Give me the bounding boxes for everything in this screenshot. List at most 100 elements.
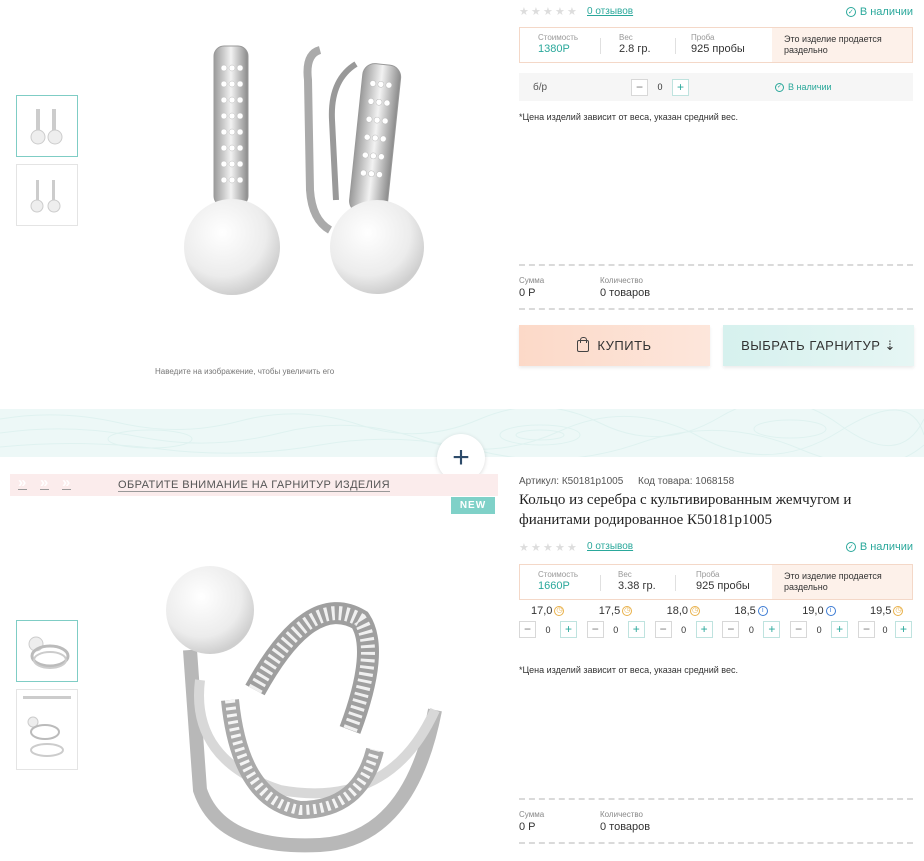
increment-button[interactable]: + (672, 78, 689, 96)
chevron-icon: » (62, 474, 71, 491)
sold-separately-note: Это изделие продается раздельно (772, 28, 912, 62)
qty-value: 0 товаров (600, 287, 651, 299)
star-icon: ★ (519, 6, 529, 18)
info-icon[interactable]: i (757, 606, 768, 616)
size-value: 18,5 (734, 605, 756, 617)
quantity-input[interactable]: 0 (604, 625, 628, 635)
choose-set-button[interactable]: ВЫБРАТЬ ГАРНИТУР ⇣ (723, 325, 914, 366)
star-icon: ★ (567, 542, 577, 554)
divider (519, 842, 913, 844)
qty-label: Количество (600, 276, 643, 285)
quantity-input[interactable]: 0 (672, 625, 696, 635)
sold-separately-note: Это изделие продается раздельно (772, 565, 912, 599)
info-icon[interactable]: i (825, 606, 836, 616)
decrement-button[interactable]: − (654, 621, 672, 638)
star-icon: ★ (543, 542, 553, 554)
increment-button[interactable]: + (560, 621, 577, 638)
variant-row: б/р − 0 + ✓ В наличии (519, 73, 913, 101)
rating-stars[interactable]: ★ ★ ★ ★ ★ (519, 6, 577, 18)
weight-value: 3.38 гр. (618, 580, 656, 592)
variant-stock-label: В наличии (788, 82, 832, 92)
quantity-input[interactable]: 0 (807, 625, 831, 635)
divider (519, 798, 913, 800)
star-icon: ★ (531, 6, 541, 18)
decrement-button[interactable]: − (790, 621, 808, 638)
chevron-icon: » (40, 474, 49, 491)
price-value: 1660Р (538, 580, 570, 592)
product-code: Код товара: 1068158 (638, 476, 735, 487)
decrement-button[interactable]: − (722, 621, 740, 638)
buy-button[interactable]: КУПИТЬ (519, 325, 710, 366)
sum-label: Сумма (519, 276, 545, 285)
decrement-button[interactable]: − (519, 621, 536, 638)
quantity-input[interactable]: 0 (739, 625, 763, 635)
decrement-button[interactable]: − (586, 621, 604, 638)
probe-value: 925 пробы (691, 43, 745, 55)
size-option: 18,0 ◷ −0 + (654, 605, 715, 638)
increment-button[interactable]: + (894, 621, 912, 638)
check-circle-icon: ✓ (845, 7, 856, 17)
size-value: 17,5 (598, 605, 621, 617)
divider (519, 308, 913, 310)
chevron-icon: » (18, 474, 27, 491)
price-note: *Цена изделий зависит от веса, указан ср… (519, 665, 738, 675)
quantity-input[interactable]: 0 (648, 82, 672, 92)
product-image-ring[interactable] (160, 560, 445, 860)
product-title: Кольцо из серебра с культивированным жем… (519, 492, 852, 528)
size-value: 19,5 (869, 605, 892, 617)
size-selector: 17,0 ◷ −0 + 17,5 ◷ −0 + 18,0 ◷ −0 + 18,5 i −0 + … (519, 605, 914, 638)
quantity-input[interactable]: 0 (536, 625, 560, 635)
reviews-link[interactable]: 0 отзывов (587, 541, 633, 552)
increment-button[interactable]: + (695, 621, 713, 638)
stock-label: В наличии (859, 541, 913, 553)
star-icon: ★ (531, 542, 541, 554)
quantity-stepper: − 0 + (631, 78, 689, 96)
decrement-button[interactable]: − (857, 621, 875, 638)
increment-button[interactable]: + (831, 621, 849, 638)
increment-button[interactable]: + (763, 621, 781, 638)
set-banner[interactable]: » » » ОБРАТИТЕ ВНИМАНИЕ НА ГАРНИТУР ИЗДЕ… (10, 474, 498, 496)
clock-icon[interactable]: ◷ (690, 606, 701, 616)
qty-value: 0 товаров (600, 821, 651, 833)
choose-set-label: ВЫБРАТЬ ГАРНИТУР ⇣ (741, 337, 896, 353)
clock-icon[interactable]: ◷ (893, 606, 904, 616)
product-image-earrings[interactable] (170, 40, 440, 305)
check-circle-icon: ✓ (775, 82, 784, 92)
buy-button-label: КУПИТЬ (597, 338, 652, 353)
thumbnail-ring-2[interactable] (16, 689, 78, 770)
clock-icon[interactable]: ◷ (622, 606, 633, 616)
clock-icon[interactable]: ◷ (554, 606, 565, 616)
stock-label: В наличии (859, 6, 913, 18)
thumbnail-earrings-2[interactable] (16, 164, 78, 226)
price-label: Стоимость (538, 570, 579, 579)
article-number: Артикул: К50181р1005 (519, 476, 624, 487)
weight-value: 2.8 гр. (619, 43, 651, 55)
decrement-button[interactable]: − (631, 78, 648, 96)
product-info-box: Стоимость 1380Р Вес 2.8 гр. Проба 925 пр… (519, 27, 913, 63)
sum-value: 0 Р (519, 821, 536, 833)
product-info-box: Стоимость 1660Р Вес 3.38 гр. Проба 925 п… (519, 564, 913, 600)
stock-status: ✓ В наличии (845, 6, 913, 18)
price-value: 1380Р (538, 43, 570, 55)
reviews-link[interactable]: 0 отзывов (587, 6, 633, 17)
sum-label: Сумма (519, 810, 545, 819)
check-circle-icon: ✓ (845, 542, 856, 552)
size-value: 18,0 (666, 605, 689, 617)
star-icon: ★ (543, 6, 553, 18)
price-label: Стоимость (538, 33, 579, 42)
star-icon: ★ (555, 542, 565, 554)
new-badge: NEW (451, 497, 495, 514)
set-banner-label: ОБРАТИТЕ ВНИМАНИЕ НА ГАРНИТУР ИЗДЕЛИЯ (118, 478, 390, 492)
size-value: 19,0 (802, 605, 824, 617)
size-value: 17,0 (531, 605, 553, 617)
rating-stars[interactable]: ★ ★ ★ ★ ★ (519, 542, 577, 554)
quantity-input[interactable]: 0 (875, 625, 895, 635)
thumbnail-earrings-1[interactable] (16, 95, 78, 157)
thumbnail-ring-1[interactable] (16, 620, 78, 682)
star-icon: ★ (567, 6, 577, 18)
weight-label: Вес (619, 33, 633, 42)
size-option: 19,5 ◷ −0 + (857, 605, 914, 638)
weight-label: Вес (618, 570, 632, 579)
increment-button[interactable]: + (627, 621, 645, 638)
divider (519, 264, 913, 266)
